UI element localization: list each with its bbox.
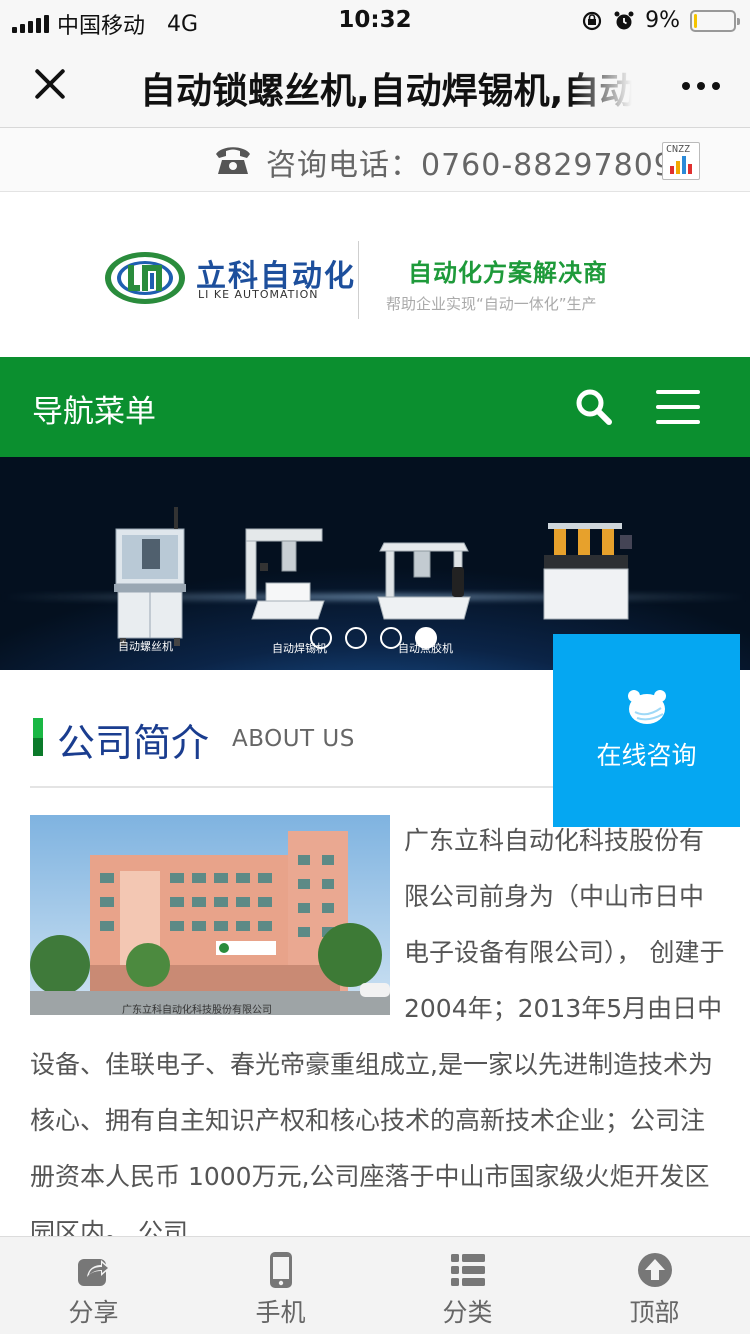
- phone-icon: [216, 147, 250, 174]
- stats-badge-label: CNZZ: [666, 144, 691, 155]
- contact-bar: 咨询电话：0760-88297809 CNZZ: [0, 128, 750, 192]
- about-description: 广东立科自动化科技股份有 限公司前身为（中山市日中电子设备有限公司）， 创建于2…: [30, 813, 726, 1261]
- soldering-machine-image: [245, 528, 325, 620]
- logo-header: 立科自动化 LI KE AUTOMATION 自动化方案解决商 帮助企业实现“自…: [0, 193, 750, 357]
- contact-separator: ：: [390, 148, 421, 183]
- section-accent-bar: [33, 718, 43, 756]
- contact-number[interactable]: 0760-88297809: [421, 148, 674, 183]
- stats-badge-icon[interactable]: CNZZ: [662, 142, 700, 180]
- online-consult-label: 在线咨询: [596, 741, 697, 770]
- battery-percent: 9%: [645, 8, 680, 33]
- company-name-en: LI KE AUTOMATION: [198, 288, 319, 301]
- contact-label: 咨询电话: [266, 148, 390, 183]
- battery-icon: [690, 9, 740, 32]
- toolbar-category-label: 分类: [442, 1298, 493, 1327]
- about-title: 公司简介: [57, 721, 210, 765]
- dispensing-machine-image: [377, 542, 471, 620]
- more-icon[interactable]: [682, 82, 720, 90]
- toolbar-share[interactable]: 分享: [0, 1237, 187, 1334]
- status-bar: 中国移动 4G 10:32 9%: [0, 0, 750, 40]
- rotation-lock-icon: [582, 11, 602, 30]
- banner-label-screw: 自动螺丝机: [118, 640, 173, 653]
- toolbar-top[interactable]: 顶部: [561, 1237, 748, 1334]
- page-title: 自动锁螺丝机,自动焊锡机,自动: [140, 71, 632, 112]
- slogan: 自动化方案解决商: [408, 259, 608, 287]
- category-list-icon: [451, 1254, 485, 1286]
- nav-menu-title[interactable]: 导航菜单: [32, 386, 156, 431]
- chat-bear-icon: [628, 690, 666, 724]
- slogan-subtitle: 帮助企业实现“自动一体化”生产: [386, 295, 597, 313]
- status-bar-right: 9%: [581, 8, 740, 33]
- carousel-dot[interactable]: [310, 627, 332, 649]
- about-subtitle: ABOUT US: [232, 726, 355, 752]
- share-icon: [78, 1259, 110, 1286]
- logo-divider: [358, 241, 359, 319]
- carousel-dot[interactable]: [345, 627, 367, 649]
- toolbar-top-label: 顶部: [629, 1298, 680, 1327]
- search-icon[interactable]: [574, 387, 614, 427]
- mobile-icon: [270, 1252, 292, 1288]
- menu-icon[interactable]: [656, 390, 700, 424]
- company-logo-icon[interactable]: [104, 251, 186, 305]
- battery-fill: [694, 13, 697, 28]
- nav-bar: 导航菜单: [0, 357, 750, 457]
- toolbar-mobile[interactable]: 手机: [187, 1237, 374, 1334]
- carousel-dot-active[interactable]: [415, 627, 437, 649]
- title-bar: 自动锁螺丝机,自动焊锡机,自动: [0, 40, 750, 128]
- alarm-icon: [614, 11, 634, 29]
- toolbar-mobile-label: 手机: [255, 1298, 306, 1327]
- online-consult-button[interactable]: 在线咨询: [553, 634, 740, 827]
- close-icon[interactable]: [28, 62, 72, 106]
- contact-phone[interactable]: 咨询电话：0760-88297809: [266, 140, 674, 184]
- toolbar-share-label: 分享: [68, 1298, 119, 1327]
- back-to-top-icon: [638, 1253, 672, 1287]
- screw-machine-image: [114, 507, 186, 646]
- bottom-toolbar: 分享 手机 分类 顶部: [0, 1236, 750, 1334]
- carousel-dot[interactable]: [380, 627, 402, 649]
- multihead-machine-image: [543, 523, 632, 620]
- toolbar-category[interactable]: 分类: [374, 1237, 561, 1334]
- carousel-pagination: [310, 627, 437, 649]
